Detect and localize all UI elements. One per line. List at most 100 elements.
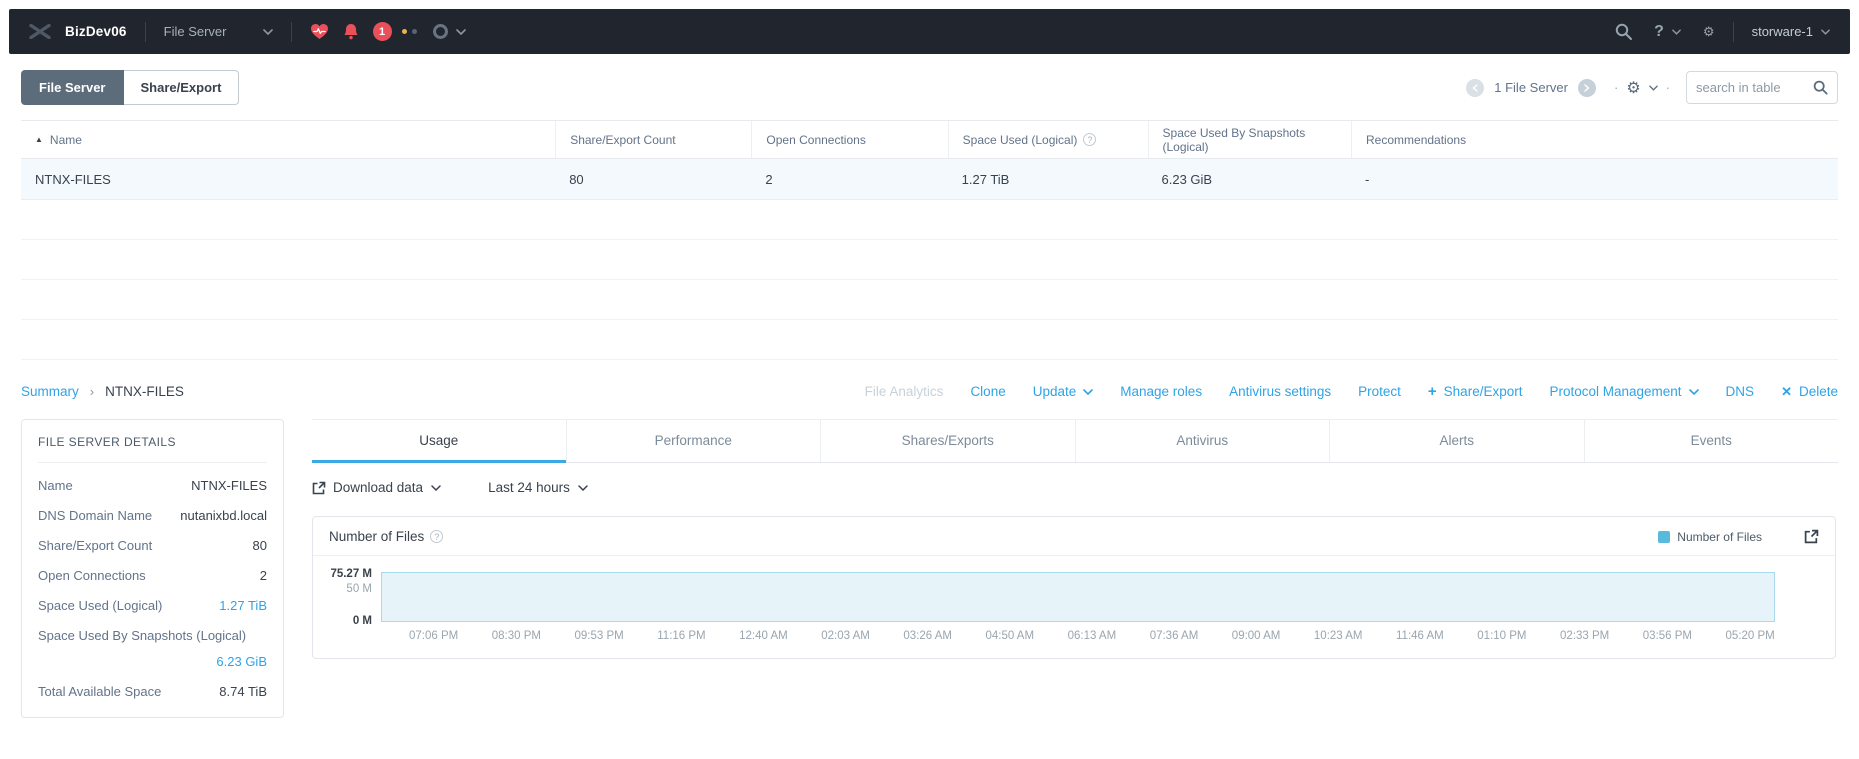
- tab-shares-exports[interactable]: Shares/Exports: [820, 420, 1075, 462]
- plot-area[interactable]: [381, 572, 1775, 622]
- y-tick-zero: 0 M: [352, 615, 372, 627]
- add-share-export-action[interactable]: + Share/Export: [1428, 383, 1523, 400]
- manage-roles-action[interactable]: Manage roles: [1120, 384, 1202, 399]
- column-header-open-connections[interactable]: Open Connections: [751, 121, 947, 158]
- download-data-button[interactable]: Download data: [312, 480, 441, 495]
- page: BizDev06 File Server 1 ? ⚙ storware-1 Fi…: [0, 0, 1859, 759]
- breadcrumb: Summary › NTNX-FILES: [21, 384, 184, 399]
- help-icon[interactable]: ?: [1654, 23, 1664, 41]
- x-tick: 11:46 AM: [1396, 630, 1444, 642]
- health-heart-icon[interactable]: [310, 23, 329, 40]
- column-header-space-used-snapshots[interactable]: Space Used By Snapshots (Logical): [1147, 121, 1352, 158]
- page-prev-icon[interactable]: [1466, 78, 1485, 97]
- x-tick: 04:50 AM: [985, 630, 1035, 642]
- table-row[interactable]: NTNX-FILES 80 2 1.27 TiB 6.23 GiB -: [21, 159, 1838, 200]
- detail-row-open-connections: Open Connections 2: [38, 568, 267, 583]
- x-tick: 02:33 PM: [1560, 630, 1610, 642]
- clone-action[interactable]: Clone: [970, 384, 1005, 399]
- legend-swatch: [1658, 530, 1671, 543]
- delete-action[interactable]: ✕ Delete: [1781, 384, 1838, 400]
- navbar-left: BizDev06 File Server 1: [29, 21, 466, 42]
- column-header-share-export-count[interactable]: Share/Export Count: [555, 121, 751, 158]
- top-navbar: BizDev06 File Server 1 ? ⚙ storware-1: [9, 9, 1850, 54]
- space-used-snapshots-link[interactable]: 6.23 GiB: [38, 654, 267, 669]
- y-tick-max: 75.27 M: [330, 568, 372, 580]
- cell-name[interactable]: NTNX-FILES: [21, 172, 555, 187]
- navbar-right: ? ⚙ storware-1: [1593, 21, 1830, 42]
- cell-open-connections: 2: [765, 171, 773, 187]
- expand-chart-icon[interactable]: [1804, 529, 1819, 544]
- empty-table-row: [21, 280, 1838, 320]
- legend-label: Number of Files: [1677, 529, 1762, 544]
- tab-events[interactable]: Events: [1583, 420, 1839, 462]
- tab-alerts[interactable]: Alerts: [1329, 420, 1584, 462]
- antivirus-settings-action[interactable]: Antivirus settings: [1229, 384, 1331, 399]
- divider: [38, 462, 267, 463]
- column-header-space-used[interactable]: Space Used (Logical) ?: [947, 121, 1148, 158]
- x-tick: 11:16 PM: [657, 630, 706, 642]
- content: File Server Share/Export 1 File Server ·…: [9, 70, 1850, 718]
- tab-usage[interactable]: Usage: [312, 420, 566, 463]
- toggle-share-export[interactable]: Share/Export: [123, 70, 240, 105]
- y-axis: 75.27 M 50 M 0 M: [313, 568, 381, 627]
- time-range-select[interactable]: Last 24 hours: [488, 480, 588, 495]
- nutanix-x-logo[interactable]: [29, 24, 51, 39]
- sort-asc-icon: ▲: [35, 135, 43, 144]
- divider: [144, 21, 146, 42]
- x-tick: 05:20 PM: [1725, 630, 1775, 642]
- x-tick: 03:56 PM: [1642, 630, 1693, 642]
- table-header-row: ▲ Name Share/Export Count Open Connectio…: [21, 121, 1838, 159]
- table-search-input[interactable]: [1696, 80, 1813, 95]
- x-tick: 09:00 AM: [1231, 630, 1281, 642]
- chart-body: 75.27 M 50 M 0 M 07:06 PM 08:30 PM 09:53…: [313, 556, 1835, 658]
- tasks-ring-icon[interactable]: [432, 24, 448, 39]
- toggle-file-server[interactable]: File Server: [21, 70, 124, 105]
- x-tick: 01:10 PM: [1477, 630, 1527, 642]
- table-settings-gear-icon[interactable]: ⚙: [1626, 78, 1640, 98]
- user-menu[interactable]: storware-1: [1752, 24, 1830, 39]
- detail-row-space-used-snapshots: Space Used By Snapshots (Logical) 6.23 G…: [38, 628, 267, 669]
- context-selector[interactable]: File Server: [164, 24, 227, 39]
- x-tick: 09:53 PM: [574, 630, 624, 642]
- chevron-down-icon[interactable]: [1648, 85, 1658, 91]
- search-icon[interactable]: [1615, 23, 1633, 40]
- chevron-down-icon[interactable]: [262, 28, 273, 35]
- detail-tabs: Usage Performance Shares/Exports Antivir…: [312, 419, 1838, 463]
- column-header-name[interactable]: ▲ Name: [21, 121, 555, 158]
- details-title: FILE SERVER DETAILS: [38, 435, 176, 449]
- dns-action[interactable]: DNS: [1726, 384, 1755, 399]
- protect-action[interactable]: Protect: [1358, 384, 1401, 399]
- help-icon[interactable]: ?: [1083, 133, 1097, 146]
- chart-header-right: Number of Files: [1658, 529, 1819, 544]
- breadcrumb-summary-link[interactable]: Summary: [21, 384, 79, 399]
- help-menu[interactable]: ?: [1654, 23, 1681, 41]
- cluster-name: BizDev06: [65, 24, 127, 39]
- alert-count-badge[interactable]: 1: [372, 22, 392, 41]
- alerts-bell-icon[interactable]: [343, 23, 359, 40]
- chart-legend: Number of Files: [1658, 530, 1762, 544]
- page-next-icon[interactable]: [1577, 78, 1596, 97]
- x-delete-icon: ✕: [1781, 383, 1792, 399]
- chevron-down-icon: [1672, 28, 1681, 35]
- info-dot-icon[interactable]: [411, 29, 417, 34]
- warning-dot-icon[interactable]: [401, 29, 407, 34]
- chevron-down-icon[interactable]: [455, 28, 466, 35]
- x-tick: 03:26 AM: [903, 630, 952, 642]
- search-icon[interactable]: [1813, 80, 1828, 95]
- protocol-management-action[interactable]: Protocol Management: [1549, 384, 1699, 399]
- chart-header: Number of Files ? Number of Files: [313, 517, 1835, 556]
- y-tick-mid: 50 M: [346, 583, 372, 595]
- space-used-link[interactable]: 1.27 TiB: [219, 598, 267, 613]
- x-axis: 07:06 PM 08:30 PM 09:53 PM 11:16 PM 12:4…: [313, 622, 1775, 652]
- tab-performance[interactable]: Performance: [565, 420, 821, 462]
- breadcrumb-separator-icon: ›: [89, 384, 95, 399]
- separator-dot: ·: [1613, 80, 1619, 95]
- file-analytics-action: File Analytics: [864, 384, 944, 399]
- update-action[interactable]: Update: [1033, 384, 1094, 399]
- column-header-recommendations[interactable]: Recommendations: [1351, 121, 1838, 158]
- x-tick: 08:30 PM: [491, 630, 541, 642]
- help-icon[interactable]: ?: [430, 530, 444, 543]
- tab-antivirus[interactable]: Antivirus: [1074, 420, 1330, 462]
- chart-title: Number of Files: [329, 529, 425, 544]
- settings-gear-icon[interactable]: ⚙: [1703, 25, 1715, 38]
